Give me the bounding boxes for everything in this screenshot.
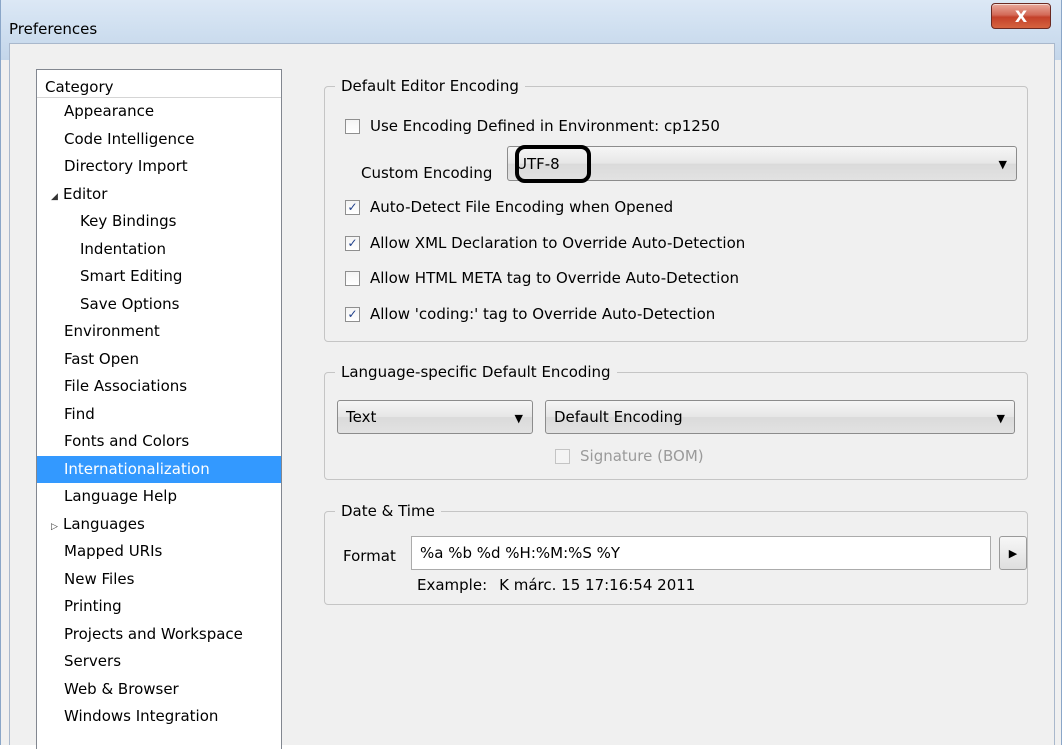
category-item-label: Environment xyxy=(64,322,160,340)
chevron-down-icon: ▼ xyxy=(996,412,1005,425)
category-item-label: Languages xyxy=(63,514,145,533)
encoding-option-label: Auto-Detect File Encoding when Opened xyxy=(370,198,674,216)
category-item-label: Indentation xyxy=(80,239,166,258)
signature-label: Signature (BOM) xyxy=(580,447,704,465)
example-label: Example: xyxy=(417,576,488,594)
category-items: Appearance Code Intelligence Directory Imp… xyxy=(37,98,281,731)
encoding-option-row[interactable]: Allow HTML META tag to Override Auto-Det… xyxy=(345,269,739,287)
language-encoding-group: Language-specific Default Encoding Text … xyxy=(324,362,1028,480)
category-item[interactable]: Save Options xyxy=(37,291,281,319)
category-item-label: Find xyxy=(64,404,95,423)
default-editor-encoding-group: Default Editor Encoding Use Encoding Def… xyxy=(324,76,1028,342)
category-item-label: Appearance xyxy=(64,102,155,120)
window-title: Preferences xyxy=(9,20,98,38)
close-button[interactable]: X xyxy=(991,3,1051,29)
category-item[interactable]: Key Bindings xyxy=(37,208,281,236)
expanded-arrow-icon[interactable]: ◢ xyxy=(51,184,63,212)
category-item-label: Save Options xyxy=(80,294,180,313)
language-encoding-select[interactable]: Default Encoding ▼ xyxy=(545,400,1015,434)
category-item-label: Printing xyxy=(64,597,122,615)
category-item-label: Smart Editing xyxy=(80,267,183,285)
use-env-encoding-label: Use Encoding Defined in Environment: cp1… xyxy=(370,117,720,135)
category-item-label: Key Bindings xyxy=(80,212,177,230)
chevron-down-icon: ▼ xyxy=(998,158,1007,171)
category-item[interactable]: Indentation xyxy=(37,236,281,264)
category-item-label: Editor xyxy=(63,184,108,203)
format-value: %a %b %d %H:%M:%S %Y xyxy=(420,544,621,562)
format-input[interactable]: %a %b %d %H:%M:%S %Y xyxy=(411,536,991,570)
category-item-label: Servers xyxy=(64,652,122,670)
example-value: K márc. 15 17:16:54 2011 xyxy=(499,576,696,594)
category-item[interactable]: Web & Browser xyxy=(37,676,281,704)
play-arrow-icon: ▶ xyxy=(1008,546,1018,560)
category-item[interactable]: Printing xyxy=(37,593,281,621)
category-item-label: Internationalization xyxy=(64,459,210,478)
preferences-window: Preferences X Category Appearance Code In… xyxy=(0,0,1062,749)
category-item[interactable]: Mapped URIs xyxy=(37,538,281,566)
category-item[interactable]: Find xyxy=(37,401,281,429)
category-item[interactable]: Smart Editing xyxy=(37,263,281,291)
category-item[interactable]: Projects and Workspace xyxy=(37,621,281,649)
category-item[interactable]: Internationalization xyxy=(37,455,281,483)
encoding-option-row[interactable]: ✓ Allow XML Declaration to Override Auto-… xyxy=(345,234,745,252)
category-item-label: Mapped URIs xyxy=(64,542,163,560)
format-label-row: Format xyxy=(343,544,396,568)
category-item[interactable]: Fast Open xyxy=(37,346,281,374)
category-item-label: Code Intelligence xyxy=(64,129,195,148)
custom-encoding-row: Custom Encoding xyxy=(361,157,492,189)
category-item-label: New Files xyxy=(64,569,135,588)
category-item[interactable]: ▷ Languages xyxy=(37,511,281,539)
category-item-label: Fast Open xyxy=(64,349,139,368)
example-row: Example: K márc. 15 17:16:54 2011 xyxy=(417,576,695,594)
category-item[interactable]: Language Help xyxy=(37,483,281,511)
category-item[interactable]: Directory Import xyxy=(37,153,281,181)
default-editor-encoding-legend: Default Editor Encoding xyxy=(335,76,525,96)
signature-row: Signature (BOM) xyxy=(555,447,704,465)
category-header: Category xyxy=(37,70,281,98)
collapsed-arrow-icon[interactable]: ▷ xyxy=(51,514,63,542)
checked-checkbox[interactable]: ✓ xyxy=(345,199,360,215)
highlight-ring xyxy=(515,145,591,183)
category-item-label: Web & Browser xyxy=(64,679,179,698)
category-item-label: Language Help xyxy=(64,487,177,505)
encoding-option-row[interactable]: ✓ Allow 'coding:' tag to Override Auto-De… xyxy=(345,305,715,323)
category-item-label: Windows Integration xyxy=(64,707,219,725)
encoding-option-label: Allow HTML META tag to Override Auto-Det… xyxy=(370,269,740,287)
chevron-down-icon: ▼ xyxy=(514,412,523,425)
language-select-value: Text xyxy=(346,408,377,426)
category-item[interactable]: Windows Integration xyxy=(37,703,281,731)
language-encoding-legend: Language-specific Default Encoding xyxy=(335,362,617,382)
category-item-label: File Associations xyxy=(64,377,188,395)
use-env-encoding-row[interactable]: Use Encoding Defined in Environment: cp1… xyxy=(345,117,720,135)
encoding-option-label: Allow XML Declaration to Override Auto-D… xyxy=(370,234,746,252)
checked-checkbox[interactable]: ✓ xyxy=(345,235,360,251)
format-menu-button[interactable]: ▶ xyxy=(999,536,1027,570)
category-item-label: Fonts and Colors xyxy=(64,432,190,450)
dialog-client-area: Category Appearance Code Intelligence Dire… xyxy=(9,43,1055,749)
category-item-label: Directory Import xyxy=(64,157,188,175)
date-time-legend: Date & Time xyxy=(335,501,441,521)
category-item[interactable]: File Associations xyxy=(37,373,281,401)
category-item[interactable]: Code Intelligence xyxy=(37,126,281,154)
encoding-option-label: Allow 'coding:' tag to Override Auto-Det… xyxy=(370,305,716,323)
language-select[interactable]: Text ▼ xyxy=(337,400,533,434)
unchecked-checkbox[interactable] xyxy=(345,270,360,286)
category-item[interactable]: Servers xyxy=(37,648,281,676)
encoding-option-row[interactable]: ✓ Auto-Detect File Encoding when Opened xyxy=(345,198,673,216)
date-time-group: Date & Time Format %a %b %d %H:%M:%S %Y … xyxy=(324,501,1028,605)
signature-checkbox xyxy=(555,448,570,464)
category-item[interactable]: Appearance xyxy=(37,98,281,126)
category-list[interactable]: Category Appearance Code Intelligence Dire… xyxy=(36,69,282,749)
checked-checkbox[interactable]: ✓ xyxy=(345,306,360,322)
category-item[interactable]: New Files xyxy=(37,566,281,594)
category-item-label: Projects and Workspace xyxy=(64,624,243,643)
custom-encoding-label: Custom Encoding xyxy=(361,164,493,182)
format-label: Format xyxy=(343,547,396,565)
language-encoding-value: Default Encoding xyxy=(554,408,683,426)
category-item[interactable]: Environment xyxy=(37,318,281,346)
category-item[interactable]: Fonts and Colors xyxy=(37,428,281,456)
use-env-encoding-checkbox[interactable] xyxy=(345,118,360,134)
category-item[interactable]: ◢ Editor xyxy=(37,181,281,209)
